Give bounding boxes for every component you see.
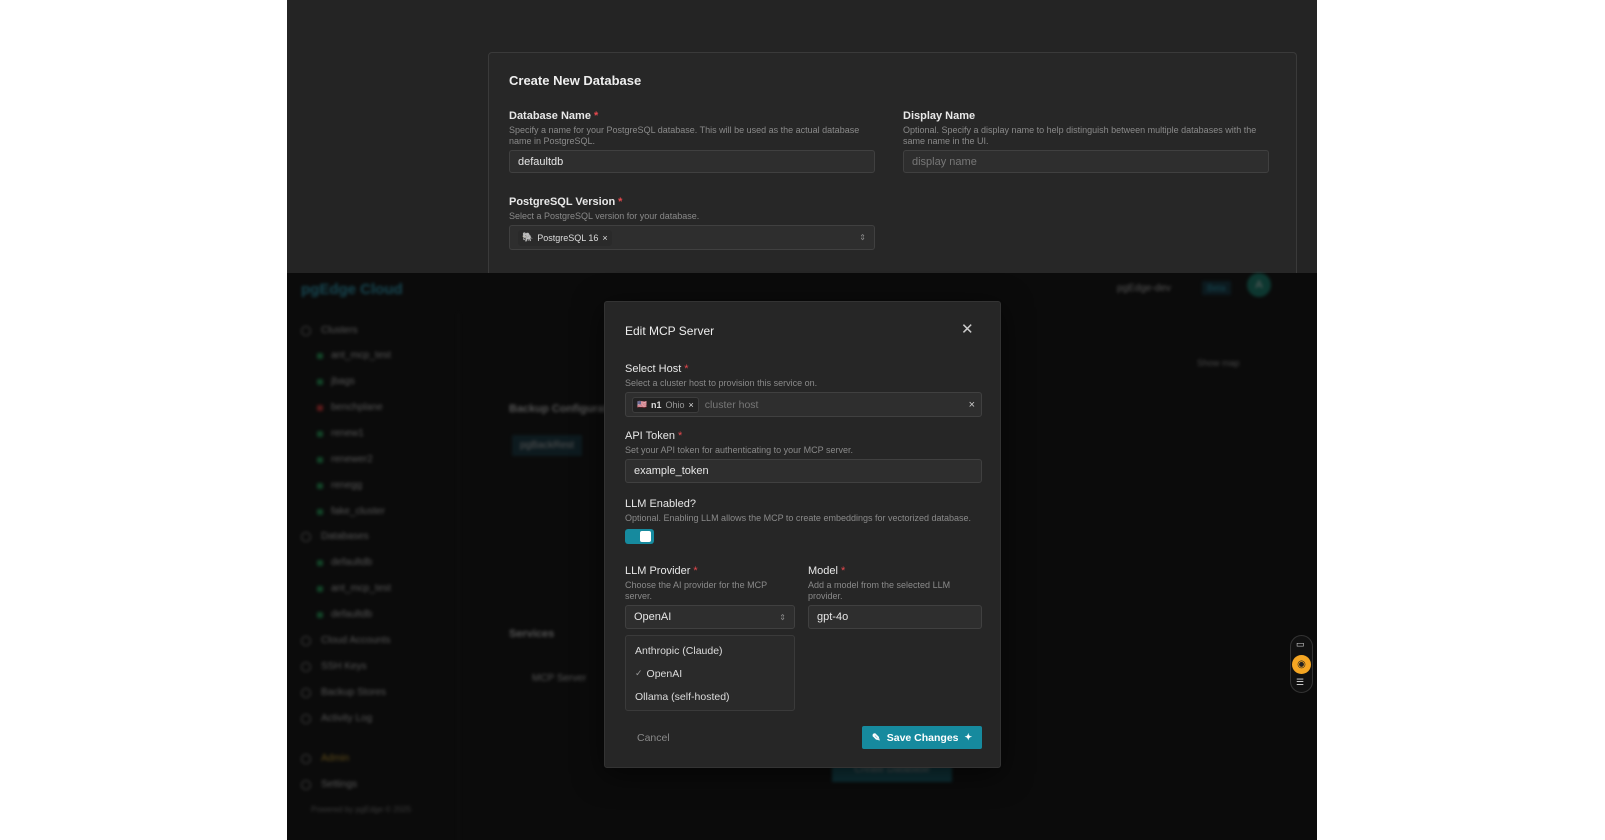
sidebar-backup-stores[interactable]: Backup Stores: [301, 687, 386, 698]
backup-chip[interactable]: pgBackRest: [512, 435, 582, 456]
required-marker: *: [693, 565, 698, 577]
remove-chip-icon[interactable]: ×: [602, 233, 607, 243]
pg-version-label: PostgreSQL Version: [509, 196, 616, 208]
cancel-button[interactable]: Cancel: [637, 732, 670, 744]
check-icon: ✓: [635, 668, 643, 678]
save-label: Save Changes: [886, 731, 959, 744]
provider-option-ollama[interactable]: Ollama (self-hosted): [635, 691, 730, 703]
sidebar: Clusters ant_mcp_test jbags benchplane r…: [287, 313, 459, 840]
option-label: OpenAI: [646, 668, 683, 680]
create-database-section: Create New Database Database Name * Speci…: [287, 0, 1317, 292]
provider-desc: Choose the AI provider for the MCP serve…: [625, 580, 767, 601]
sidebar-cluster-item[interactable]: renew1: [317, 428, 364, 439]
pg-version-chip: 🐘 PostgreSQL 16 ×: [518, 229, 612, 246]
avatar[interactable]: A: [1247, 273, 1271, 297]
show-map-label: Show map: [1197, 358, 1240, 368]
token-desc: Set your API token for authenticating to…: [625, 445, 853, 455]
pg-version-select[interactable]: 🐘 PostgreSQL 16 × ⇕: [509, 225, 875, 250]
select-chevron-icon: ⇕: [779, 612, 786, 622]
select-chevron-icon: ⇕: [859, 233, 866, 242]
llm-enabled-label: LLM Enabled?: [625, 498, 696, 510]
eye-icon[interactable]: ◉: [1292, 655, 1311, 674]
required-marker: *: [840, 565, 846, 577]
pg-version-desc: Select a PostgreSQL version for your dat…: [509, 211, 700, 221]
save-changes-button[interactable]: ✎ Save Changes ✦: [862, 726, 982, 749]
remove-chip-icon[interactable]: ×: [689, 400, 694, 410]
llm-enabled-desc: Optional. Enabling LLM allows the MCP to…: [625, 513, 972, 523]
inbox-icon[interactable]: ▭: [1296, 639, 1305, 650]
model-desc: Add a model from the selected LLM provid…: [808, 580, 951, 601]
us-flag-icon: 🇺🇸: [637, 400, 647, 409]
sparkle-icon: ✦: [964, 732, 973, 742]
service-item[interactable]: MCP Server: [532, 673, 586, 684]
sidebar-clusters: Clusters: [301, 325, 358, 336]
required-marker: *: [684, 363, 689, 375]
model-label: Model: [808, 565, 838, 577]
sidebar-cluster-item[interactable]: jbags: [317, 376, 355, 387]
sidebar-cluster-item[interactable]: ant_mcp_test: [317, 350, 391, 361]
header-badge: Beta: [1202, 281, 1231, 295]
services-title: Services: [509, 628, 555, 640]
list-icon[interactable]: ☰: [1296, 677, 1304, 688]
host-chip: 🇺🇸 n1 Ohio ×: [632, 396, 699, 413]
pg-version-chip-label: PostgreSQL 16: [537, 232, 599, 243]
postgres-elephant-icon: 🐘: [522, 232, 534, 242]
close-icon[interactable]: ✕: [961, 320, 974, 338]
dialog-title: Edit MCP Server: [625, 324, 715, 338]
api-token-input[interactable]: example_token: [625, 459, 982, 483]
host-chip-name: n1: [650, 399, 662, 410]
sidebar-database-item[interactable]: ant_mcp_test: [317, 583, 391, 594]
brand-logo: pgEdge Cloud: [301, 281, 403, 298]
toggle-knob: [640, 531, 651, 542]
pencil-icon: ✎: [871, 731, 881, 744]
llm-provider-select[interactable]: OpenAI ⇕: [625, 605, 795, 629]
host-chip-region: Ohio: [665, 399, 685, 410]
display-name-desc: Optional. Specify a display name to help…: [903, 125, 1257, 146]
sidebar-database-item[interactable]: defaultdb: [317, 557, 372, 568]
sidebar-databases: Databases: [301, 531, 369, 542]
sidebar-cluster-item[interactable]: fake_cluster: [317, 506, 385, 517]
provider-option-openai[interactable]: ✓ OpenAI: [635, 668, 682, 680]
llm-enabled-toggle[interactable]: [625, 529, 654, 544]
sidebar-ssh-keys[interactable]: SSH Keys: [301, 661, 367, 672]
sidebar-cluster-item[interactable]: renewer2: [317, 454, 373, 465]
sidebar-activity-log[interactable]: Activity Log: [301, 713, 372, 724]
provider-label: LLM Provider: [625, 565, 691, 577]
db-name-input[interactable]: defaultdb: [509, 150, 875, 173]
sidebar-footer: Powered by pgEdge © 2025: [311, 805, 412, 814]
sidebar-cloud-accounts[interactable]: Cloud Accounts: [301, 635, 391, 646]
provider-dropdown: Anthropic (Claude) ✓ OpenAI Ollama (self-…: [625, 635, 795, 711]
sidebar-database-item[interactable]: defaultdb: [317, 609, 372, 620]
host-search-input[interactable]: cluster host: [705, 399, 963, 411]
required-marker: *: [618, 196, 623, 208]
edit-mcp-server-dialog: Edit MCP Server ✕ Select Host * Select a …: [604, 301, 1001, 768]
sidebar-settings[interactable]: Settings: [301, 779, 357, 790]
db-name-desc: Specify a name for your PostgreSQL datab…: [509, 125, 860, 146]
sidebar-cluster-item[interactable]: benchplane: [317, 402, 383, 413]
host-select[interactable]: 🇺🇸 n1 Ohio × cluster host ×: [625, 392, 982, 417]
host-label: Select Host: [625, 363, 682, 375]
provider-option-anthropic[interactable]: Anthropic (Claude): [635, 645, 723, 657]
display-name-label: Display Name: [903, 110, 976, 122]
db-name-label: Database Name: [509, 110, 591, 122]
sidebar-cluster-item[interactable]: renegg: [317, 480, 362, 491]
display-name-input[interactable]: display name: [903, 150, 1269, 173]
provider-value: OpenAI: [634, 611, 672, 623]
required-marker: *: [593, 110, 599, 122]
host-desc: Select a cluster host to provision this …: [625, 378, 818, 388]
app-window: Create New Database Database Name * Speci…: [287, 0, 1317, 840]
required-marker: *: [677, 430, 683, 442]
floating-toolbar: ▭ ◉ ☰: [1290, 635, 1313, 693]
model-input[interactable]: gpt-4o: [808, 605, 982, 629]
header-user[interactable]: pgEdge-dev: [1117, 283, 1171, 294]
create-database-card: Create New Database Database Name * Speci…: [488, 52, 1297, 292]
card-title: Create New Database: [509, 73, 642, 88]
token-label: API Token: [625, 430, 675, 442]
sidebar-admin[interactable]: Admin: [301, 753, 349, 764]
clear-icon[interactable]: ×: [969, 399, 975, 411]
